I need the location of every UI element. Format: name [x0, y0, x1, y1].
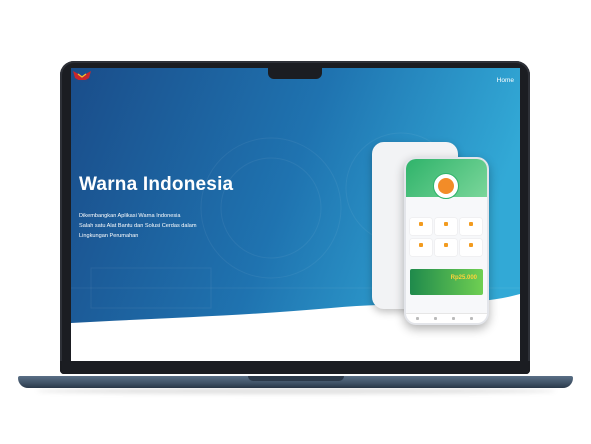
nav-home-link[interactable]: Home — [497, 77, 514, 84]
description-line: Salah satu Alat Bantu dan Solusi Cerdas … — [79, 222, 197, 229]
app-menu-tile — [435, 218, 457, 235]
description-line: Lingkungan Perumahan — [79, 232, 139, 239]
camera-notch — [268, 68, 322, 79]
description-line: Dikembangkan Aplikasi Warna Indonesia — [79, 213, 181, 219]
app-promo-amount: Rp25.000 — [450, 275, 477, 281]
app-menu-tile — [410, 218, 432, 235]
laptop-shadow — [36, 388, 556, 394]
laptop-screen: Home Warna Indonesia Dikembangkan Aplika… — [71, 68, 520, 361]
hero-description: Dikembangkan Aplikasi Warna Indonesia Sa… — [79, 212, 239, 241]
app-bottom-nav — [406, 313, 487, 323]
app-menu-tile — [460, 239, 482, 256]
logo-icon[interactable] — [71, 68, 93, 84]
page-title: Warna Indonesia — [79, 174, 234, 195]
laptop-chin — [60, 361, 530, 374]
app-menu-tile — [410, 239, 432, 256]
avatar-icon — [433, 173, 459, 199]
hero-section: Home Warna Indonesia Dikembangkan Aplika… — [71, 68, 520, 361]
app-menu-tile — [460, 218, 482, 235]
app-menu-tile — [435, 239, 457, 256]
laptop-base-notch — [248, 376, 344, 381]
phone-mockup-front: Rp25.000 — [404, 157, 489, 325]
app-promo-banner: Rp25.000 — [410, 269, 483, 295]
